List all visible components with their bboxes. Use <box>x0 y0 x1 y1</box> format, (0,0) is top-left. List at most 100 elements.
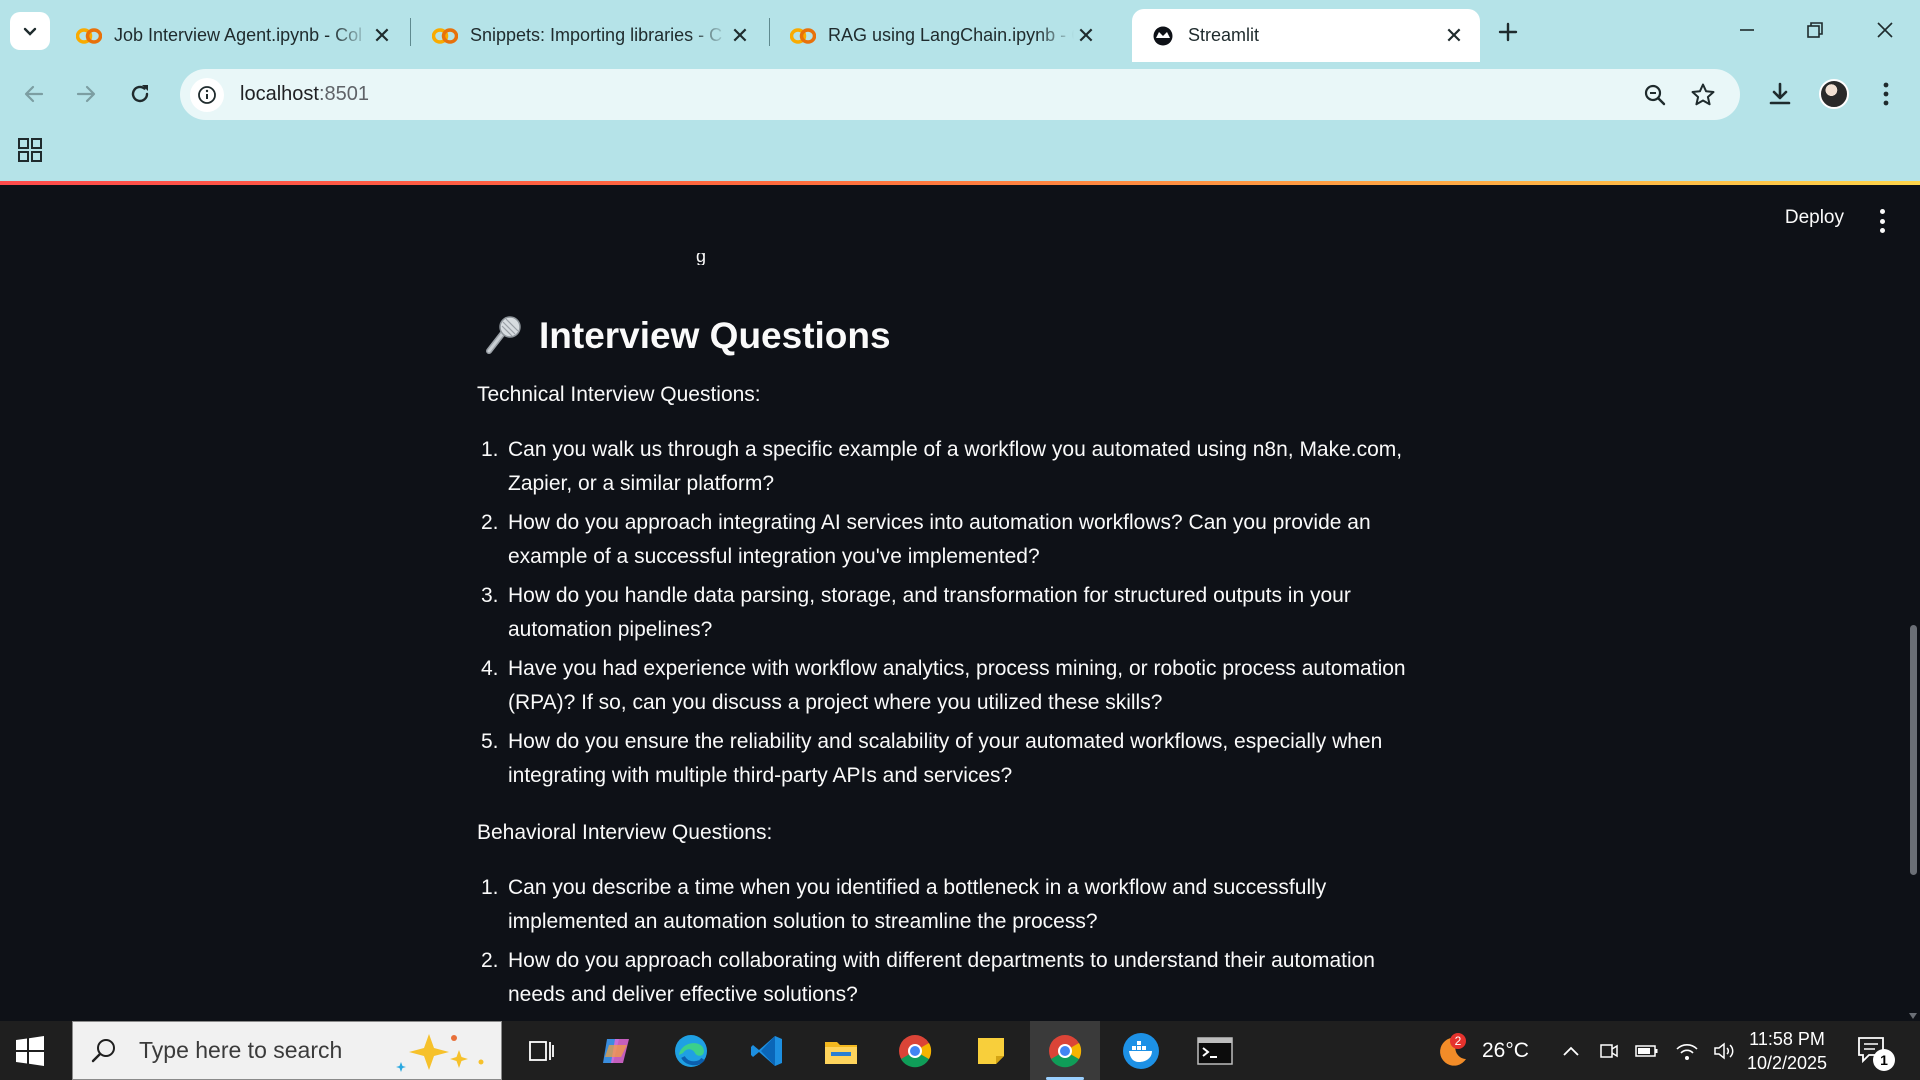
taskbar-search-box[interactable]: Type here to search <box>72 1021 502 1080</box>
list-number: 3. <box>481 584 499 607</box>
question-text: How do you ensure the reliability and sc… <box>508 730 1383 787</box>
colab-icon <box>432 27 458 44</box>
list-number: 2. <box>481 949 499 972</box>
question-text: Can you describe a time when you identif… <box>508 876 1327 933</box>
url-text[interactable]: localhost:8501 <box>240 83 369 106</box>
list-number: 4. <box>481 657 499 680</box>
tab-snippets-importing-libraries[interactable]: Snippets: Importing libraries - C ✕ <box>414 9 766 62</box>
file-explorer-app[interactable] <box>806 1021 876 1080</box>
list-item: 2. How do you approach integrating AI ser… <box>477 506 1437 574</box>
streamlit-app: Deploy g Interview Questions Technical I… <box>0 185 1920 1021</box>
clock-date: 10/2/2025 <box>1746 1053 1828 1073</box>
weather-badge: 2 <box>1455 1034 1462 1048</box>
sticky-notes-icon <box>978 1037 1004 1064</box>
tab-separator <box>410 18 411 46</box>
new-tab-button[interactable] <box>1490 14 1526 50</box>
start-button[interactable] <box>14 1035 46 1067</box>
back-button[interactable] <box>14 74 54 114</box>
tab-title: Streamlit <box>1188 25 1260 45</box>
arrow-left-icon <box>24 85 44 103</box>
task-view-button[interactable] <box>506 1021 576 1080</box>
tab-rag-using-langchain[interactable]: RAG using LangChain.ipynb - C ✕ <box>772 9 1112 62</box>
list-number: 2. <box>481 511 499 534</box>
chrome-app[interactable] <box>880 1021 950 1080</box>
task-view-icon <box>529 1040 554 1061</box>
vscode-app[interactable] <box>732 1021 802 1080</box>
reload-button[interactable] <box>120 74 160 114</box>
zoom-button[interactable] <box>1635 69 1675 120</box>
chrome-icon <box>1049 1034 1082 1067</box>
terminal-app[interactable] <box>1180 1021 1250 1080</box>
zoom-icon <box>1644 84 1666 105</box>
scroll-down-arrow-icon[interactable] <box>1909 1013 1917 1019</box>
chrome-app-active[interactable] <box>1030 1021 1100 1080</box>
chevron-up-icon[interactable] <box>1560 1040 1582 1062</box>
sticky-notes-app[interactable] <box>956 1021 1026 1080</box>
notification-center-button[interactable]: 1 <box>1855 1033 1895 1071</box>
chevron-down-icon <box>23 27 37 36</box>
temperature: 26°C <box>1482 1038 1529 1062</box>
clock[interactable]: 11:58 PM 10/2/2025 <box>1738 1027 1836 1075</box>
close-window-button[interactable] <box>1856 10 1914 50</box>
profile-button[interactable] <box>1814 74 1854 114</box>
question-text: Can you walk us through a specific examp… <box>508 438 1403 495</box>
apps-shortcut[interactable] <box>16 136 44 164</box>
weather-widget[interactable]: 2 26°C <box>1432 1021 1529 1080</box>
tab-search-button[interactable] <box>10 12 50 50</box>
downloads-button[interactable] <box>1760 74 1800 114</box>
deploy-button[interactable]: Deploy <box>1785 207 1844 229</box>
list-number: 5. <box>481 730 499 753</box>
technical-questions-list: 1. Can you walk us through a specific exa… <box>477 433 1437 793</box>
minimize-button[interactable] <box>1718 10 1776 50</box>
close-icon[interactable]: ✕ <box>1074 23 1098 48</box>
notification-count-badge: 1 <box>1873 1049 1895 1071</box>
docker-icon <box>1123 1032 1159 1069</box>
avatar <box>1819 79 1849 109</box>
search-placeholder: Type here to search <box>139 1037 343 1063</box>
list-number: 1. <box>481 876 499 899</box>
clock-time: 11:58 PM <box>1749 1029 1825 1049</box>
edge-icon <box>675 1034 707 1067</box>
browser-chrome: Job Interview Agent.ipynb - Col ✕ Snippe… <box>0 0 1920 181</box>
chrome-icon <box>899 1034 932 1067</box>
close-icon[interactable]: ✕ <box>370 23 394 48</box>
tab-title: Snippets: Importing libraries - C <box>470 25 723 45</box>
apps-grid-icon <box>18 138 42 162</box>
tab-title: Job Interview Agent.ipynb - Col <box>114 25 363 45</box>
info-icon <box>198 85 216 104</box>
copilot-icon <box>603 1038 629 1063</box>
list-item: 4. Have you had experience with workflow … <box>477 652 1437 720</box>
address-bar[interactable]: localhost:8501 <box>180 69 1740 120</box>
tab-strip: Job Interview Agent.ipynb - Col ✕ Snippe… <box>0 0 1920 62</box>
battery-icon[interactable] <box>1634 1040 1660 1062</box>
colab-icon <box>76 27 102 44</box>
copilot-app[interactable] <box>582 1021 652 1080</box>
docker-app[interactable] <box>1106 1021 1176 1080</box>
question-text: How do you handle data parsing, storage,… <box>508 584 1351 641</box>
windows-taskbar: Type here to search 2 26°C 11:58 PM 10/2… <box>0 1021 1920 1080</box>
restore-button[interactable] <box>1786 10 1844 50</box>
close-icon[interactable]: ✕ <box>728 23 752 48</box>
forward-button[interactable] <box>66 74 106 114</box>
list-item: 5. How do you ensure the reliability and … <box>477 725 1437 793</box>
scrollbar[interactable] <box>1906 185 1920 1021</box>
meet-now-icon[interactable] <box>1598 1040 1620 1062</box>
volume-icon[interactable] <box>1712 1040 1738 1062</box>
list-number: 1. <box>481 438 499 461</box>
tab-streamlit[interactable]: Streamlit ✕ <box>1132 9 1480 62</box>
app-menu-button[interactable] <box>1878 209 1886 233</box>
arrow-right-icon <box>76 85 96 103</box>
edge-app[interactable] <box>656 1021 726 1080</box>
wifi-icon[interactable] <box>1674 1040 1700 1062</box>
list-item: 2. How do you approach collaborating with… <box>477 944 1437 1012</box>
scrollbar-thumb[interactable] <box>1910 625 1917 875</box>
close-icon[interactable]: ✕ <box>1442 23 1466 48</box>
tab-job-interview-agent[interactable]: Job Interview Agent.ipynb - Col ✕ <box>58 9 408 62</box>
browser-menu-button[interactable] <box>1866 74 1906 114</box>
question-text: How do you approach collaborating with d… <box>508 949 1375 1006</box>
list-item: 1. Can you walk us through a specific exa… <box>477 433 1437 501</box>
more-vertical-icon <box>1883 82 1889 106</box>
colab-icon <box>790 27 816 44</box>
site-info-button[interactable] <box>190 77 224 112</box>
bookmark-star-button[interactable] <box>1683 69 1723 120</box>
